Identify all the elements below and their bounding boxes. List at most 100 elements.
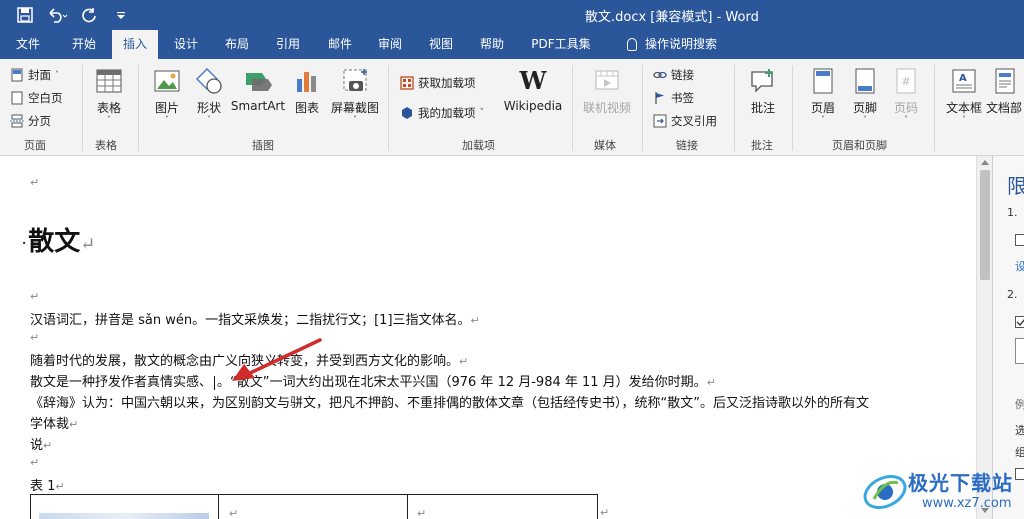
body-text: 说: [30, 438, 44, 453]
page-number-button[interactable]: # 页码 ˅: [888, 67, 924, 124]
body-paragraph-1[interactable]: 汉语词汇，拼音是 sǎn wén。一指文采焕发；二指扰行文；[1]三指文体名。↵: [30, 309, 480, 328]
separator: [82, 65, 83, 151]
tab-insert[interactable]: 插入: [112, 30, 158, 59]
document-table[interactable]: ↵ ↵: [30, 494, 598, 519]
link-icon: [653, 71, 667, 79]
body-text: 汉语词汇，拼音是 sǎn wén。一指文采焕发；二指扰行文；[1]三指文体名。: [30, 313, 471, 328]
save-icon[interactable]: [14, 5, 36, 25]
tell-me-search[interactable]: 操作说明搜索: [612, 30, 732, 59]
link-button[interactable]: 链接: [653, 67, 694, 83]
pane-settings-link[interactable]: 设: [1015, 258, 1024, 274]
blank-page-icon: [11, 91, 23, 105]
page-number-icon: #: [892, 67, 920, 95]
table-cell-image: [39, 513, 209, 519]
tab-help[interactable]: 帮助: [470, 30, 514, 59]
tab-home[interactable]: 开始: [60, 30, 108, 59]
pane-title: 限: [1007, 170, 1024, 199]
pane-exceptions-label: 例: [1015, 396, 1024, 412]
paragraph-mark: ↵: [55, 480, 65, 493]
new-comment-button[interactable]: 批注: [744, 67, 782, 116]
document-parts-button[interactable]: 文档部: [986, 67, 1024, 116]
watermark-logo-icon: [863, 475, 907, 509]
header-button[interactable]: 页眉 ˅: [804, 67, 842, 124]
watermark-text: 极光下载站: [908, 471, 1013, 495]
separator: [934, 65, 935, 151]
document-title[interactable]: ·散文↵: [22, 221, 95, 258]
screenshot-button[interactable]: 屏幕截图 ˅: [328, 67, 382, 124]
tab-layout[interactable]: 布局: [216, 30, 258, 59]
blank-page-button[interactable]: 空白页: [10, 90, 63, 106]
document-title-text: 散文: [28, 227, 81, 257]
chevron-down-icon: ˅: [207, 115, 211, 124]
pane-section-2: 2.: [1007, 288, 1018, 301]
customize-icon[interactable]: [110, 5, 132, 25]
redo-icon[interactable]: [78, 5, 100, 25]
online-video-button[interactable]: 联机视频: [580, 67, 634, 116]
cover-page-button[interactable]: 封面 ˅: [10, 67, 59, 83]
text-box-label: 文本框: [945, 101, 982, 115]
tab-mailings[interactable]: 邮件: [318, 30, 362, 59]
editing-restriction-checkbox[interactable]: [1015, 316, 1024, 328]
chevron-down-icon: ˅: [904, 115, 908, 124]
table-button[interactable]: 表格 ˅: [90, 67, 128, 124]
smartart-button[interactable]: SmartArt: [230, 67, 286, 113]
wikipedia-label: Wikipedia: [503, 99, 563, 113]
tab-review[interactable]: 审阅: [368, 30, 412, 59]
screenshot-icon: [341, 67, 369, 95]
separator: [734, 65, 735, 151]
body-paragraph-5[interactable]: 说↵: [30, 434, 52, 453]
cross-reference-button[interactable]: 交叉引用: [653, 113, 717, 129]
document-canvas[interactable]: [0, 156, 976, 519]
comment-label: 批注: [750, 101, 775, 115]
watermark-url: www.xz7.com: [922, 496, 1012, 511]
tab-file[interactable]: 文件: [6, 30, 50, 59]
chart-label: 图表: [294, 101, 319, 115]
paragraph-mark: ↵: [30, 176, 40, 189]
scroll-thumb[interactable]: [980, 170, 990, 280]
wikipedia-button[interactable]: W Wikipedia: [502, 67, 564, 114]
chevron-down-icon: ˅: [479, 108, 485, 118]
cover-page-icon: [11, 68, 23, 82]
group-label-comments: 批注: [751, 139, 773, 152]
header-icon: [809, 67, 837, 95]
tab-view[interactable]: 视图: [420, 30, 462, 59]
text-box-button[interactable]: A 文本框 ˅: [944, 67, 984, 124]
picture-button[interactable]: 图片 ˅: [148, 67, 186, 124]
tab-references[interactable]: 引用: [266, 30, 310, 59]
picture-icon: [153, 67, 181, 95]
my-addins-button[interactable]: 我的加载项 ˅: [400, 105, 484, 121]
paragraph-mark: ↵: [80, 234, 96, 255]
body-text: 《辞海》认为：中国六朝以来，为区别韵文与骈文，把凡不押韵、不重排偶的散体文章（包…: [30, 396, 869, 411]
separator: [642, 65, 643, 151]
footer-button[interactable]: 页脚 ˅: [846, 67, 884, 124]
scroll-up-icon[interactable]: [981, 160, 989, 165]
body-paragraph-3[interactable]: 散文是一种抒发作者真情实感、 。“散文”一词大约出现在北宋太平兴国（976 年 1…: [30, 371, 716, 390]
undo-icon[interactable]: [46, 5, 68, 25]
paragraph-mark: ↵: [417, 507, 427, 519]
shapes-button[interactable]: 形状 ˅: [192, 67, 226, 124]
page-break-button[interactable]: 分页: [10, 113, 51, 129]
get-addins-button[interactable]: 获取加载项: [400, 75, 476, 91]
paragraph-mark: ↵: [69, 418, 79, 431]
body-paragraph-4-cont[interactable]: 学体裁↵: [30, 413, 78, 432]
tab-design[interactable]: 设计: [164, 30, 208, 59]
table-label: 表格: [96, 101, 121, 115]
format-restriction-checkbox[interactable]: [1015, 234, 1024, 246]
tab-pdf-tools[interactable]: PDF工具集: [524, 30, 598, 59]
chart-button[interactable]: 图表: [290, 67, 324, 116]
table-column-border: [407, 495, 408, 519]
paragraph-mark: ↵: [43, 439, 53, 452]
separator: [388, 65, 389, 151]
separator: [138, 65, 139, 151]
page-break-label: 分页: [28, 114, 51, 128]
table-caption[interactable]: 表 1↵: [30, 475, 65, 494]
group-label-pages: 页面: [24, 139, 46, 152]
body-text: 学体裁: [30, 417, 70, 432]
editing-type-dropdown[interactable]: [1015, 338, 1024, 364]
separator: [792, 65, 793, 151]
page-number-label: 页码: [893, 101, 918, 115]
cross-reference-icon: [653, 114, 667, 128]
bookmark-button[interactable]: 书签: [653, 90, 694, 106]
body-paragraph-4[interactable]: 《辞海》认为：中国六朝以来，为区别韵文与骈文，把凡不押韵、不重排偶的散体文章（包…: [30, 392, 869, 411]
page-break-icon: [10, 114, 24, 128]
